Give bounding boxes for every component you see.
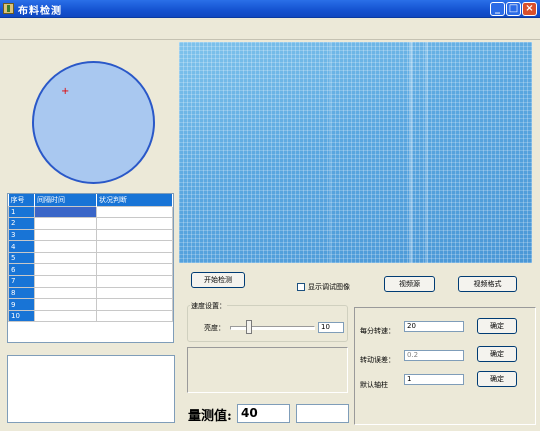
video-source-button[interactable]: 视频源	[384, 276, 435, 292]
window-title: 布料检测	[18, 6, 62, 17]
show-debug-label: 显示调试图像	[308, 283, 350, 291]
table-row[interactable]: 6	[8, 263, 173, 277]
camera-view	[179, 42, 532, 263]
table-row[interactable]: 7	[8, 275, 173, 288]
error-confirm-button[interactable]: 确定	[477, 346, 517, 362]
row-index: 6	[8, 263, 35, 277]
cell-interval[interactable]	[34, 251, 97, 265]
table-row[interactable]: 4	[8, 240, 173, 253]
error-label: 转动误差：	[360, 356, 395, 364]
table-row[interactable]: 9	[8, 298, 173, 311]
rpm-field[interactable]: 20	[404, 321, 464, 332]
cell-interval[interactable]	[34, 286, 97, 300]
row-index: 9	[8, 298, 35, 311]
table-row[interactable]: 8	[8, 286, 173, 300]
cell-interval[interactable]	[34, 228, 97, 242]
cell-status[interactable]	[96, 228, 173, 242]
cell-status[interactable]	[96, 298, 173, 311]
brightness-slider-thumb[interactable]	[245, 320, 252, 334]
show-debug-checkbox[interactable]	[297, 283, 305, 291]
status-panel	[187, 347, 348, 393]
measurement-label: 量测值:	[188, 409, 232, 424]
col-header-index[interactable]: 序号	[8, 194, 35, 206]
col-header-interval[interactable]: 间隔时间	[34, 194, 97, 206]
row-index: 2	[8, 217, 35, 230]
rotation-circle	[32, 61, 155, 184]
table-row[interactable]: 3	[8, 228, 173, 242]
maximize-button[interactable]: □	[506, 2, 521, 16]
video-format-button[interactable]: 视频格式	[458, 276, 517, 292]
cell-status[interactable]	[96, 205, 173, 219]
fabric-seam	[425, 42, 428, 263]
cell-status[interactable]	[96, 275, 173, 288]
title-bar: 布料检测 _ □ ×	[0, 0, 540, 18]
cell-status[interactable]	[96, 251, 173, 265]
row-index: 1	[8, 205, 35, 219]
default-shaft-field[interactable]: 1	[404, 374, 464, 385]
brightness-label: 亮度：	[204, 324, 225, 332]
fabric-seam	[329, 42, 331, 263]
measurement-secondary-field[interactable]	[296, 404, 349, 423]
table-row[interactable]: 1	[8, 205, 173, 219]
app-icon	[3, 3, 14, 14]
position-marker: +	[61, 86, 70, 97]
cell-interval[interactable]	[34, 298, 97, 311]
cell-interval[interactable]	[34, 275, 97, 288]
menu-area	[0, 18, 540, 40]
row-index: 10	[8, 309, 35, 323]
row-index: 5	[8, 251, 35, 265]
rpm-label: 每分转速：	[360, 327, 395, 335]
fabric-seam	[409, 42, 413, 263]
row-index: 8	[8, 286, 35, 300]
cell-status[interactable]	[96, 309, 173, 323]
rpm-confirm-button[interactable]: 确定	[477, 318, 517, 334]
table-row[interactable]: 10	[8, 309, 173, 323]
cell-status[interactable]	[96, 217, 173, 230]
default-shaft-label: 默认轴柱	[360, 381, 388, 389]
close-button[interactable]: ×	[522, 2, 537, 16]
cell-interval[interactable]	[34, 309, 97, 323]
cell-interval[interactable]	[34, 217, 97, 230]
row-index: 4	[8, 240, 35, 253]
table-row[interactable]: 2	[8, 217, 173, 230]
table-header-row: 序号 间隔时间 状况判断	[8, 194, 173, 206]
default-shaft-confirm-button[interactable]: 确定	[477, 371, 517, 387]
row-index: 3	[8, 228, 35, 242]
cell-status[interactable]	[96, 240, 173, 253]
row-index: 7	[8, 275, 35, 288]
brightness-field[interactable]: 10	[318, 322, 344, 333]
cell-interval[interactable]	[34, 240, 97, 253]
table-row[interactable]: 5	[8, 251, 173, 265]
log-textbox[interactable]	[7, 355, 175, 423]
measurement-value[interactable]: 40	[237, 404, 290, 423]
minimize-button[interactable]: _	[490, 2, 505, 16]
cell-status[interactable]	[96, 286, 173, 300]
error-field[interactable]: 0.2	[404, 350, 464, 361]
cell-interval[interactable]	[34, 263, 97, 277]
cell-interval[interactable]	[34, 205, 97, 219]
speed-settings-title: 速度设置：	[190, 301, 227, 311]
start-detection-button[interactable]: 开始检测	[191, 272, 245, 288]
record-table[interactable]: 序号 间隔时间 状况判断 1 2 3 4 5 6 7 8 9 10	[7, 193, 174, 343]
brightness-slider-track[interactable]	[230, 326, 315, 330]
col-header-status[interactable]: 状况判断	[96, 194, 173, 206]
cell-status[interactable]	[96, 263, 173, 277]
